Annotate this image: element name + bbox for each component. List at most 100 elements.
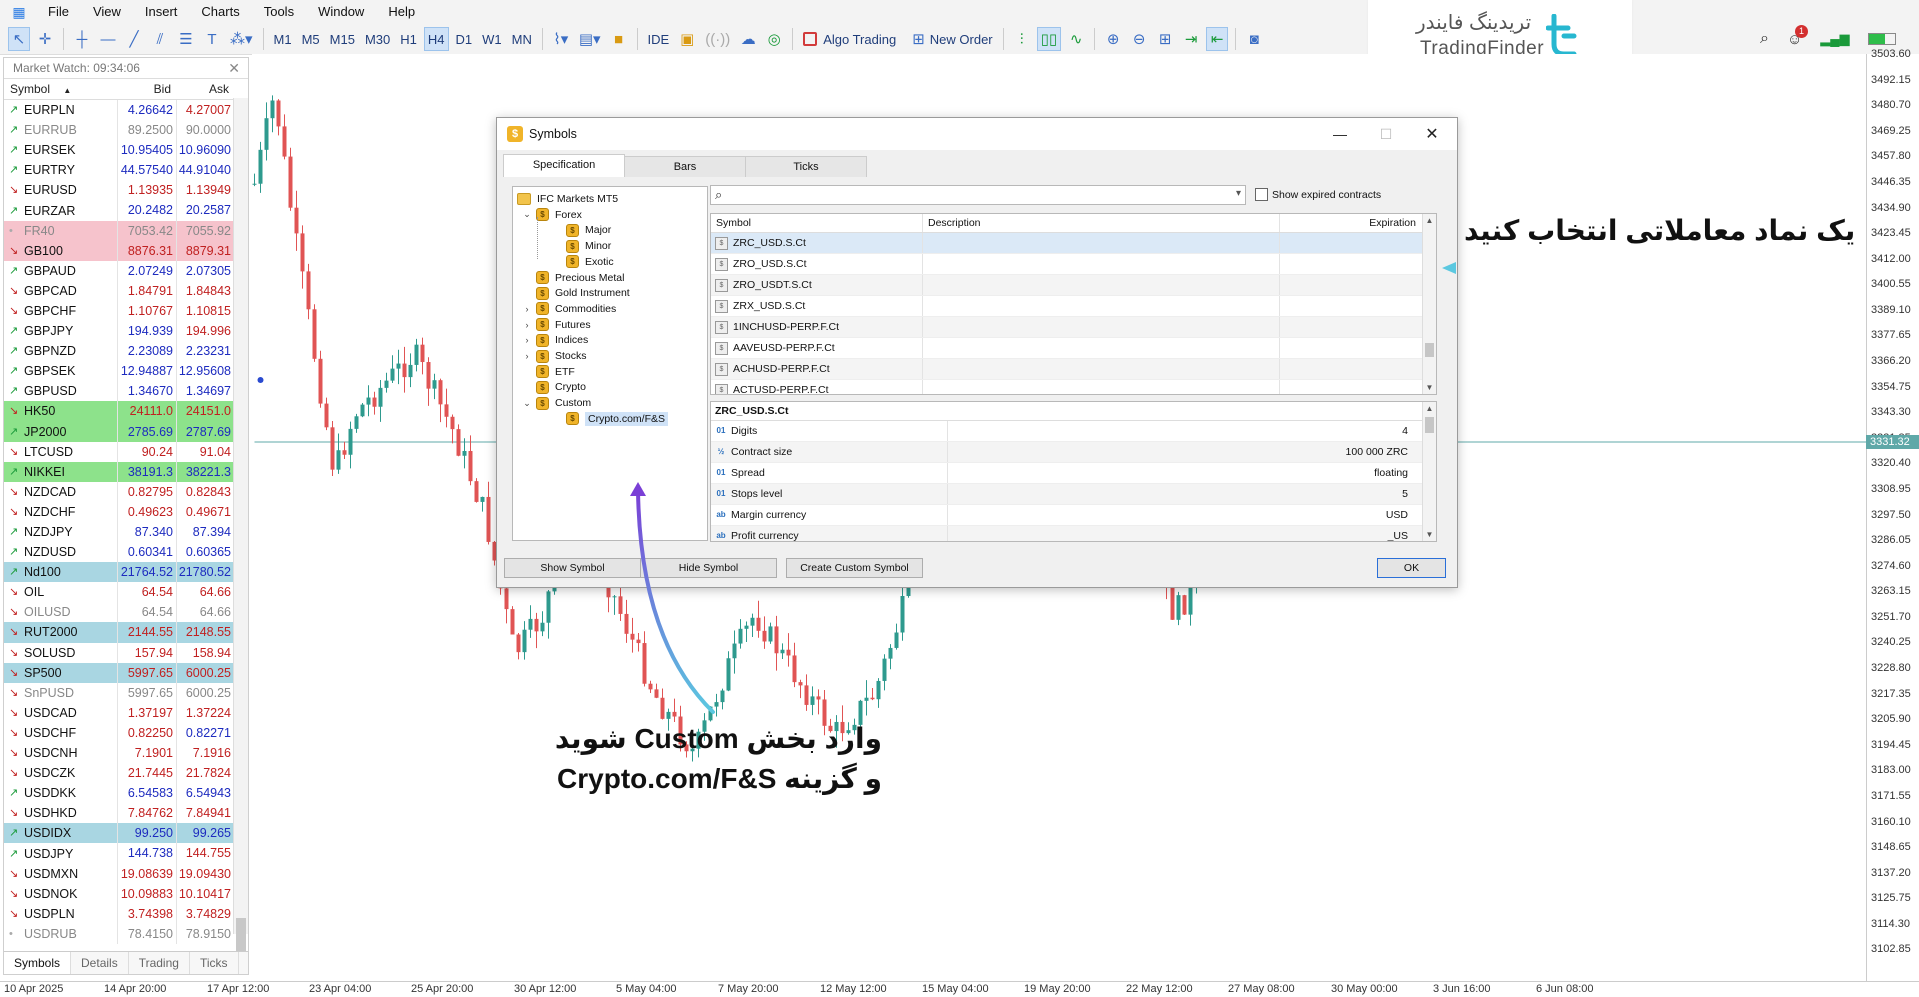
market-watch-row[interactable]: ↘ USDNOK 10.09883 10.10417 bbox=[4, 883, 248, 904]
symbol-row[interactable]: $ ZRO_USDT.S.Ct bbox=[711, 275, 1436, 296]
market-watch-row[interactable]: ↗ NIKKEI 38191.3 38221.3 bbox=[4, 461, 248, 482]
tab-ticks[interactable]: Ticks bbox=[190, 952, 239, 974]
shapes-icon[interactable]: ⁂▾ bbox=[227, 27, 256, 51]
market-watch-row[interactable]: ↘ USDCAD 1.37197 1.37224 bbox=[4, 702, 248, 723]
market-watch-row[interactable]: ↘ GBPCHF 1.10767 1.10815 bbox=[4, 300, 248, 322]
market-watch-row[interactable]: ↘ USDCZK 21.7445 21.7824 bbox=[4, 763, 248, 784]
symbol-row[interactable]: $1INCHUSD-PERP.F.Ct bbox=[711, 317, 1436, 338]
chevron-down-icon[interactable]: ⌄ bbox=[521, 398, 533, 409]
menu-view[interactable]: View bbox=[81, 0, 133, 24]
market-watch-row[interactable]: ↗ GBPNZD 2.23089 2.23231 bbox=[4, 341, 248, 362]
ok-button[interactable]: OK bbox=[1377, 558, 1446, 578]
show-symbol-button[interactable]: Show Symbol bbox=[504, 558, 641, 578]
market-watch-row[interactable]: ↗ EURPLN 4.26642 4.27007 bbox=[4, 100, 248, 121]
screenshot-icon[interactable]: ◙ bbox=[1243, 27, 1265, 51]
menu-window[interactable]: Window bbox=[306, 0, 376, 24]
market-watch-row[interactable]: ↘ LTCUSD 90.24 91.04 bbox=[4, 441, 248, 462]
tab-ticks[interactable]: Ticks bbox=[745, 156, 867, 177]
scrollbar-thumb[interactable] bbox=[1425, 343, 1434, 357]
search-icon[interactable]: ⌕ bbox=[1760, 30, 1769, 48]
timeframe-mn[interactable]: MN bbox=[509, 27, 535, 51]
market-watch-row[interactable]: ↗ GBPAUD 2.07249 2.07305 bbox=[4, 260, 248, 281]
grid-icon[interactable]: ⊞ bbox=[1154, 27, 1176, 51]
symbol-row[interactable]: $ AAVEUSD-PERP.F.Ct bbox=[711, 338, 1436, 359]
crosshair-icon[interactable]: ✛ bbox=[34, 27, 56, 51]
symbol-row[interactable]: $ ZRX_USD.S.Ct bbox=[711, 296, 1436, 317]
templates-icon[interactable]: ▤▾ bbox=[576, 27, 604, 51]
tab-specification[interactable]: Specification bbox=[503, 154, 625, 177]
market-watch-row[interactable]: ↘ USDMXN 19.08639 19.09430 bbox=[4, 863, 248, 884]
autoscroll-icon[interactable]: ⇥ bbox=[1180, 27, 1202, 51]
market-watch-row[interactable]: ↗ EURRUB 89.2500 90.0000 bbox=[4, 120, 248, 141]
tab-symbols[interactable]: Symbols bbox=[4, 952, 72, 974]
timeframe-m5[interactable]: M5 bbox=[299, 27, 323, 51]
algo-trading-button[interactable]: Algo Trading bbox=[800, 27, 899, 51]
menu-file[interactable]: File bbox=[36, 0, 81, 24]
show-expired-checkbox[interactable]: Show expired contracts bbox=[1255, 188, 1381, 201]
market-watch-row[interactable]: ↘ SP500 5997.65 6000.25 bbox=[4, 662, 248, 683]
menu-charts[interactable]: Charts bbox=[189, 0, 251, 24]
market-watch-row[interactable]: ↘ SOLUSD 157.94 158.94 bbox=[4, 642, 248, 663]
ide-button[interactable]: IDE bbox=[645, 27, 673, 51]
market-watch-row[interactable]: ↘ OILUSD 64.54 64.66 bbox=[4, 602, 248, 623]
market-watch-row[interactable]: ↗ USDDKK 6.54583 6.54943 bbox=[4, 783, 248, 804]
zoom-out-icon[interactable]: ⊖ bbox=[1128, 27, 1150, 51]
symbol-row[interactable]: $ ZRC_USD.S.Ct bbox=[711, 233, 1436, 254]
scrollbar-thumb[interactable] bbox=[1425, 417, 1434, 433]
chevron-right-icon[interactable]: › bbox=[521, 304, 533, 314]
close-icon[interactable]: ✕ bbox=[228, 58, 240, 78]
col-description[interactable]: Description bbox=[923, 214, 1280, 232]
market-watch-row[interactable]: ↗ Nd100 21764.52 21780.52 bbox=[4, 562, 248, 583]
chevron-right-icon[interactable]: › bbox=[521, 351, 533, 361]
col-ask-header[interactable]: Ask bbox=[176, 79, 234, 99]
cloud-icon[interactable]: ☁ bbox=[737, 27, 759, 51]
market-watch-row[interactable]: ↗ USDIDX 99.250 99.265 bbox=[4, 823, 248, 844]
menu-insert[interactable]: Insert bbox=[133, 0, 190, 24]
zoom-in-icon[interactable]: ⊕ bbox=[1102, 27, 1124, 51]
market-watch-row[interactable]: ↘ GBPCAD 1.84791 1.84843 bbox=[4, 280, 248, 301]
col-symbol-header[interactable]: Symbol ▲ bbox=[4, 79, 117, 99]
market-watch-row[interactable]: ↘ NZDCAD 0.82795 0.82843 bbox=[4, 481, 248, 502]
market-watch-row[interactable]: ↗ EURZAR 20.2482 20.2587 bbox=[4, 200, 248, 221]
spec-scrollbar[interactable]: ▲ ▼ bbox=[1422, 402, 1436, 541]
market-watch-row[interactable]: ↗ EURTRY 44.57540 44.91040 bbox=[4, 160, 248, 181]
market-watch-row[interactable]: ↗ JP2000 2785.69 2787.69 bbox=[4, 421, 248, 442]
col-bid-header[interactable]: Bid bbox=[117, 79, 176, 99]
market-watch-row[interactable]: ↘ USDCHF 0.82250 0.82271 bbox=[4, 722, 248, 743]
timeframe-d1[interactable]: D1 bbox=[453, 27, 476, 51]
tab-details[interactable]: Details bbox=[71, 952, 129, 974]
coin-icon[interactable]: ■ bbox=[608, 27, 630, 51]
chevron-right-icon[interactable]: › bbox=[521, 320, 533, 330]
scroll-up-icon[interactable]: ▲ bbox=[1423, 402, 1436, 415]
vertical-line-icon[interactable]: ┼ bbox=[71, 27, 93, 51]
fibonacci-icon[interactable]: ☰ bbox=[175, 27, 197, 51]
scroll-up-icon[interactable]: ▲ bbox=[1423, 214, 1436, 227]
checkbox-box[interactable] bbox=[1255, 188, 1268, 201]
candlestick-icon[interactable]: ▯▯ bbox=[1036, 27, 1062, 51]
symbols-table-scrollbar[interactable]: ▲ ▼ bbox=[1422, 214, 1436, 394]
create-custom-symbol-button[interactable]: Create Custom Symbol bbox=[786, 558, 923, 578]
market-watch-row[interactable]: ↘ SnPUSD 5997.65 6000.25 bbox=[4, 682, 248, 703]
market-watch-scrollbar[interactable] bbox=[233, 98, 248, 968]
market-watch-row[interactable]: ↗ EURSEK 10.95405 10.96090 bbox=[4, 140, 248, 161]
timeframe-m15[interactable]: M15 bbox=[327, 27, 358, 51]
text-tool-icon[interactable]: T bbox=[201, 27, 223, 51]
bar-chart-icon[interactable]: ⫶ bbox=[1011, 27, 1033, 51]
chevron-down-icon[interactable]: ▾ bbox=[1236, 188, 1241, 199]
horizontal-line-icon[interactable]: — bbox=[97, 27, 119, 51]
market-watch-row[interactable]: ↘ USDPLN 3.74398 3.74829 bbox=[4, 903, 248, 924]
market-watch-row[interactable]: ↘ GB100 8876.31 8879.31 bbox=[4, 240, 248, 261]
signal-icon[interactable]: ((·)) bbox=[702, 27, 733, 51]
col-symbol[interactable]: Symbol bbox=[711, 214, 923, 232]
tab-trading[interactable]: Trading bbox=[129, 952, 190, 974]
market-watch-row[interactable]: ↗ GBPJPY 194.939 194.996 bbox=[4, 321, 248, 342]
lock-icon[interactable]: ▣ bbox=[676, 27, 698, 51]
vps-icon[interactable]: ◎ bbox=[763, 27, 785, 51]
timeframe-m30[interactable]: M30 bbox=[362, 27, 393, 51]
chevron-down-icon[interactable]: ⌄ bbox=[521, 209, 533, 220]
market-watch-row[interactable]: ↗ GBPUSD 1.34670 1.34697 bbox=[4, 381, 248, 402]
symbol-row[interactable]: $ ZRO_USD.S.Ct bbox=[711, 254, 1436, 275]
notifications-icon[interactable]: ☺ 1 bbox=[1787, 24, 1808, 48]
market-watch-row[interactable]: • FR40 7053.42 7055.92 bbox=[4, 220, 248, 241]
tree-node[interactable]: $ Crypto.com/F&S bbox=[539, 410, 669, 428]
